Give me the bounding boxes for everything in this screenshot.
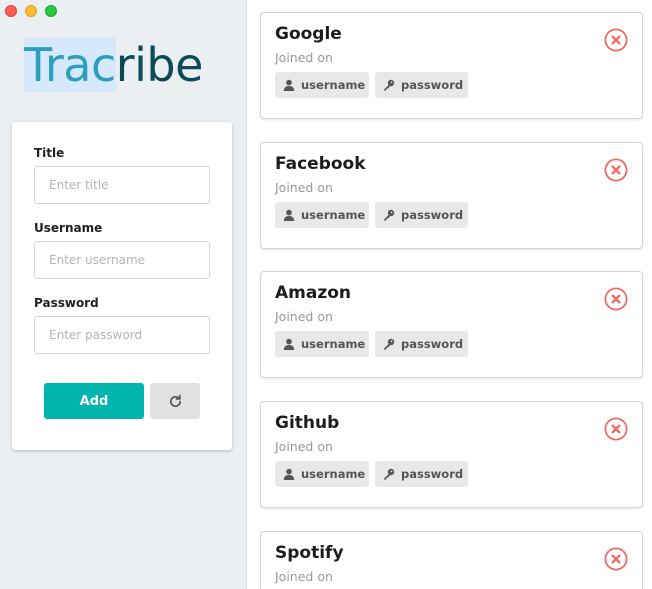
key-icon	[384, 468, 395, 480]
key-icon	[384, 209, 395, 221]
username-tag-label: username	[301, 78, 366, 92]
title-label: Title	[34, 146, 65, 160]
password-label: Password	[34, 296, 99, 310]
password-tag-label: password	[401, 78, 464, 92]
entry-joined-on: Joined on	[275, 50, 333, 65]
username-tag[interactable]: username	[275, 72, 369, 98]
username-tag[interactable]: username	[275, 461, 369, 487]
entry-card: Spotify Joined on	[260, 531, 643, 589]
key-icon	[384, 79, 395, 91]
sidebar: Tracribe Title Username Password Add	[0, 0, 247, 589]
password-input[interactable]	[34, 316, 210, 354]
username-tag-label: username	[301, 208, 366, 222]
entry-card: Facebook Joined on username password	[260, 142, 643, 249]
title-input[interactable]	[34, 166, 210, 204]
add-button[interactable]: Add	[44, 383, 144, 419]
username-tag-label: username	[301, 467, 366, 481]
user-icon	[283, 209, 295, 221]
key-icon	[384, 338, 395, 350]
entry-joined-on: Joined on	[275, 309, 333, 324]
user-icon	[283, 338, 295, 350]
refresh-icon	[169, 394, 181, 407]
logo-part-rest: ribe	[115, 38, 204, 92]
close-window-button[interactable]	[5, 5, 17, 17]
remove-entry-icon[interactable]	[604, 547, 628, 571]
username-tag[interactable]: username	[275, 202, 369, 228]
remove-entry-icon[interactable]	[604, 417, 628, 441]
remove-entry-icon[interactable]	[604, 28, 628, 52]
password-tag-label: password	[401, 337, 464, 351]
user-icon	[283, 468, 295, 480]
username-tag[interactable]: username	[275, 331, 369, 357]
username-label: Username	[34, 221, 103, 235]
entry-title: Spotify	[275, 543, 344, 563]
remove-entry-icon[interactable]	[604, 158, 628, 182]
add-entry-form: Title Username Password Add	[12, 122, 232, 450]
entry-card: Google Joined on username password	[260, 12, 643, 119]
entry-joined-on: Joined on	[275, 439, 333, 454]
user-icon	[283, 79, 295, 91]
username-tag-label: username	[301, 337, 366, 351]
entry-title: Amazon	[275, 283, 352, 303]
entry-card: Amazon Joined on username password	[260, 271, 643, 378]
logo-part-highlight: Trac	[24, 38, 116, 92]
entry-joined-on: Joined on	[275, 569, 333, 584]
password-tag-label: password	[401, 208, 464, 222]
entry-title: Google	[275, 24, 342, 44]
maximize-window-button[interactable]	[45, 5, 57, 17]
password-tag[interactable]: password	[375, 202, 468, 228]
entry-joined-on: Joined on	[275, 180, 333, 195]
password-tag-label: password	[401, 467, 464, 481]
entry-title: Github	[275, 413, 340, 433]
remove-entry-icon[interactable]	[604, 287, 628, 311]
entry-title: Facebook	[275, 154, 366, 174]
window-controls	[5, 5, 57, 17]
minimize-window-button[interactable]	[25, 5, 37, 17]
password-tag[interactable]: password	[375, 331, 468, 357]
entry-card: Github Joined on username password	[260, 401, 643, 508]
reset-button[interactable]	[150, 383, 200, 419]
app-logo: Tracribe	[24, 38, 204, 92]
username-input[interactable]	[34, 241, 210, 279]
password-tag[interactable]: password	[375, 461, 468, 487]
password-tag[interactable]: password	[375, 72, 468, 98]
